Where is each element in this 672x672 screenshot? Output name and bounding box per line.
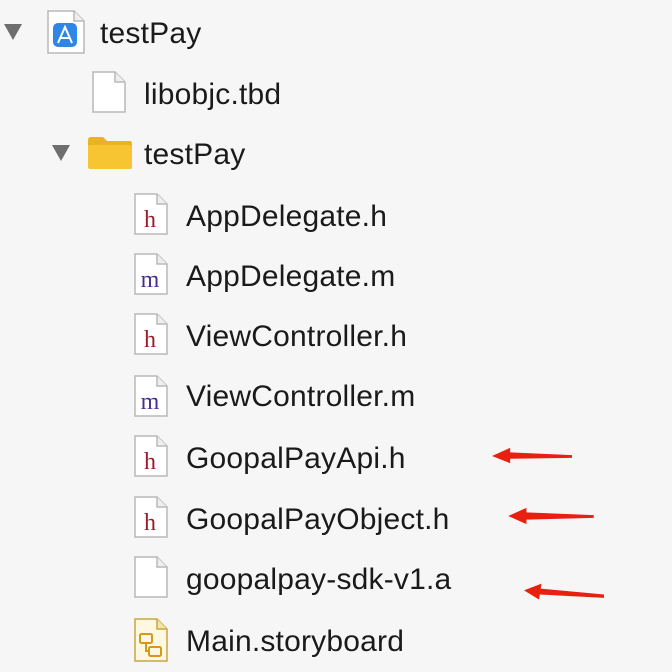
file-type-glyph: m bbox=[141, 267, 160, 293]
tree-item-label: ViewController.h bbox=[186, 320, 408, 353]
tree-row-file[interactable]: h ViewController.h bbox=[0, 303, 672, 363]
tree-row-file[interactable]: Main.storyboard bbox=[0, 608, 672, 668]
header-file-icon: h bbox=[134, 313, 168, 355]
tree-item-label: GoopalPayObject.h bbox=[186, 503, 450, 536]
xcode-project-icon bbox=[46, 10, 86, 54]
disclosure-triangle-icon[interactable] bbox=[52, 145, 70, 161]
blank-file-icon bbox=[134, 556, 168, 598]
header-file-icon: h bbox=[134, 193, 168, 235]
tree-item-label: AppDelegate.h bbox=[186, 200, 388, 233]
folder-icon bbox=[86, 135, 134, 171]
file-type-glyph: h bbox=[144, 207, 156, 233]
tree-item-label: ViewController.m bbox=[186, 380, 416, 413]
disclosure-triangle-icon[interactable] bbox=[4, 24, 22, 40]
file-type-glyph: h bbox=[144, 510, 156, 536]
header-file-icon: h bbox=[134, 435, 168, 477]
tree-item-label: Main.storyboard bbox=[186, 625, 405, 658]
tree-row-file[interactable]: m ViewController.m bbox=[0, 365, 672, 425]
tree-item-label: libobjc.tbd bbox=[144, 78, 282, 111]
tree-row-group[interactable]: testPay bbox=[0, 123, 672, 183]
tree-row-file[interactable]: h AppDelegate.h bbox=[0, 183, 672, 243]
tree-row-file[interactable]: libobjc.tbd bbox=[0, 63, 672, 123]
file-type-glyph: h bbox=[144, 327, 156, 353]
tree-item-label: goopalpay-sdk-v1.a bbox=[186, 563, 452, 596]
blank-file-icon bbox=[92, 71, 126, 113]
tree-row-file[interactable]: m AppDelegate.m bbox=[0, 243, 672, 303]
file-type-glyph: h bbox=[144, 449, 156, 475]
annotation-arrow-icon bbox=[508, 507, 594, 525]
tree-item-label: AppDelegate.m bbox=[186, 260, 396, 293]
annotation-arrow-icon bbox=[492, 447, 572, 464]
tree-row-project[interactable]: testPay bbox=[0, 2, 672, 62]
objc-file-icon: m bbox=[134, 253, 168, 295]
storyboard-file-icon bbox=[134, 618, 168, 662]
tree-item-label: testPay bbox=[144, 138, 246, 171]
annotation-arrow-icon bbox=[524, 583, 604, 600]
tree-item-label: testPay bbox=[100, 17, 202, 50]
file-type-glyph: m bbox=[141, 389, 160, 415]
tree-item-label: GoopalPayApi.h bbox=[186, 442, 406, 475]
project-navigator: testPay libobjc.tbd testPay h AppDelegat… bbox=[0, 0, 672, 672]
header-file-icon: h bbox=[134, 496, 168, 538]
objc-file-icon: m bbox=[134, 375, 168, 417]
